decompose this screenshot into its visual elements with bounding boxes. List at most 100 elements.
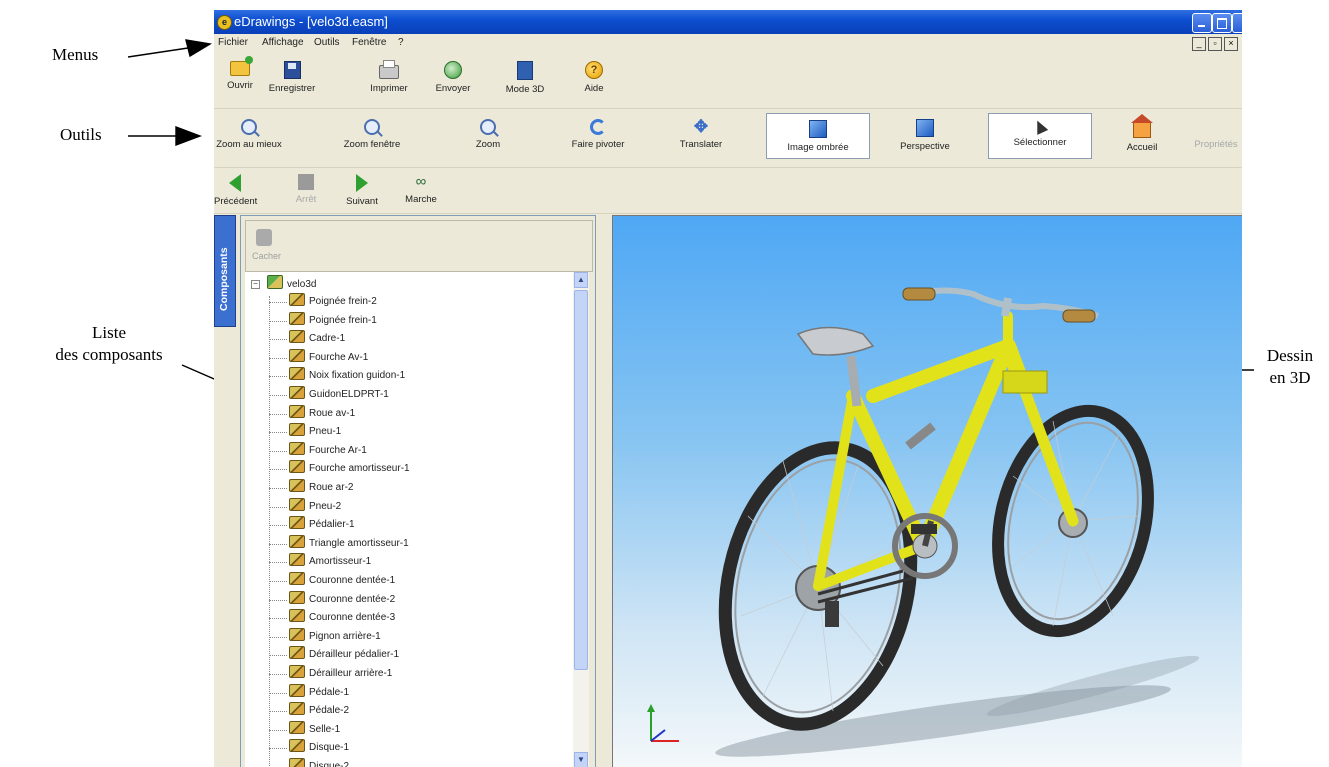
tree-branch — [269, 432, 287, 434]
tree-item-label: Triangle amortisseur-1 — [309, 537, 409, 549]
select-button[interactable]: Sélectionner — [988, 113, 1092, 159]
scroll-thumb[interactable] — [574, 290, 588, 670]
tree-item[interactable]: Couronne dentée-3 — [289, 609, 395, 627]
left-grip — [902, 287, 936, 301]
tree-item[interactable]: Couronne dentée-2 — [289, 590, 395, 609]
tree-branch — [269, 711, 287, 713]
part-icon — [289, 367, 305, 381]
pan-button[interactable]: ✥ Translater — [670, 118, 732, 150]
tree-branch — [269, 395, 287, 396]
part-icon — [289, 534, 305, 548]
tree-item[interactable]: Couronne dentée-1 — [289, 572, 395, 590]
save-button[interactable]: Enregistrer — [266, 61, 318, 94]
mdi-minimize-button[interactable]: _ — [1192, 37, 1206, 51]
properties-button[interactable]: Propriétés — [1190, 119, 1242, 150]
part-icon — [289, 460, 305, 474]
zoom-button[interactable]: Zoom — [468, 119, 508, 150]
tree-item-label: Poignée frein-2 — [309, 296, 377, 307]
menu-affichage[interactable]: Affichage — [262, 37, 304, 48]
shaded-cube-icon — [809, 120, 827, 138]
part-icon — [289, 553, 305, 567]
tree-branch — [269, 488, 287, 489]
tree-item-label: GuidonELDPRT-1 — [309, 389, 389, 400]
tree-item[interactable]: Roue ar-2 — [289, 479, 353, 497]
tree-item-label: Poignée frein-1 — [309, 314, 377, 326]
tree-item[interactable]: Amortisseur-1 — [289, 553, 371, 571]
shaded-button[interactable]: Image ombrée — [766, 113, 870, 159]
tree-item[interactable]: Pneu-1 — [289, 423, 341, 441]
tree-item[interactable]: GuidonELDPRT-1 — [289, 386, 389, 404]
tree-root[interactable]: velo3d — [267, 275, 316, 293]
close-window-button[interactable] — [1232, 13, 1242, 33]
tree-item[interactable]: Pédale-1 — [289, 683, 349, 702]
part-icon — [289, 293, 305, 306]
stop-icon — [298, 174, 314, 190]
previous-button[interactable]: Précédent — [214, 174, 257, 207]
rotate-button[interactable]: Faire pivoter — [558, 119, 638, 150]
bicycle-3d-model[interactable] — [613, 216, 1242, 767]
tree-item[interactable]: Pédale-2 — [289, 702, 349, 720]
mdi-close-button[interactable]: × — [1224, 37, 1238, 51]
tree-item[interactable]: Fourche Ar-1 — [289, 441, 367, 460]
saddle — [796, 326, 875, 356]
tree-item[interactable]: Pneu-2 — [289, 497, 341, 516]
tree-connector — [269, 296, 270, 767]
perspective-button[interactable]: Perspective — [890, 119, 960, 152]
menu-help[interactable]: ? — [398, 37, 404, 48]
tree-item[interactable]: Triangle amortisseur-1 — [289, 534, 409, 553]
components-side-tab[interactable]: Composants — [214, 215, 236, 327]
open-button[interactable]: Ouvrir — [218, 56, 262, 91]
tree-branch — [269, 413, 287, 415]
tree-item[interactable]: Dérailleur pédalier-1 — [289, 646, 399, 664]
tree-item[interactable]: Poignée frein-1 — [289, 311, 377, 330]
scroll-up-button[interactable]: ▲ — [574, 272, 588, 288]
print-button[interactable]: Imprimer — [366, 60, 412, 94]
tree-item[interactable]: Pédalier-1 — [289, 516, 355, 534]
tree-item[interactable]: Disque-1 — [289, 739, 349, 757]
tree-item-label: Amortisseur-1 — [309, 556, 372, 568]
tree-branch — [269, 729, 287, 731]
maximize-window-button[interactable] — [1212, 13, 1232, 33]
mode-3d-button[interactable]: Mode 3D — [502, 61, 548, 95]
scroll-down-button[interactable]: ▼ — [574, 752, 588, 767]
pan-label: Translater — [679, 139, 723, 150]
hide-component-icon[interactable] — [256, 229, 272, 246]
zoom-fit-label: Zoom au mieux — [216, 139, 282, 150]
menu-fenetre[interactable]: Fenêtre — [352, 37, 386, 48]
menu-fichier[interactable]: Fichier — [218, 37, 248, 48]
rotate-label: Faire pivoter — [571, 139, 625, 150]
tree-item[interactable]: Dérailleur arrière-1 — [289, 665, 392, 683]
walk-through-button[interactable]: ∞ Marche — [400, 174, 442, 206]
tree-item[interactable]: Fourche amortisseur-1 — [289, 460, 410, 478]
send-button[interactable]: Envoyer — [430, 61, 476, 94]
right-grip — [1062, 309, 1096, 323]
tree-item[interactable]: Selle-1 — [289, 720, 340, 739]
tree-item[interactable]: Cadre-1 — [289, 330, 345, 348]
tree-item[interactable]: Noix fixation guidon-1 — [289, 367, 405, 385]
zoom-fit-button[interactable]: Zoom au mieux — [214, 119, 284, 150]
part-icon — [289, 665, 305, 678]
minimize-window-button[interactable] — [1192, 13, 1212, 33]
zoom-window-button[interactable]: Zoom fenêtre — [332, 119, 412, 150]
stop-label: Arrêt — [295, 194, 317, 205]
home-button[interactable]: Accueil — [1122, 114, 1162, 153]
tree-item[interactable]: Disque-2 — [289, 758, 349, 767]
edrawings-app-icon: e — [217, 15, 232, 30]
help-button[interactable]: ? Aide — [574, 61, 614, 94]
part-icon — [289, 739, 305, 753]
tree-item[interactable]: Roue av-1 — [289, 404, 355, 423]
tree-scrollbar[interactable]: ▲ ▼ — [573, 272, 589, 767]
tree-item[interactable]: Pignon arrière-1 — [289, 627, 381, 646]
tree-collapse-toggle[interactable]: − — [251, 280, 260, 289]
assembly-icon — [267, 275, 283, 289]
title-bar[interactable]: e eDrawings - [velo3d.easm] — [214, 10, 1242, 34]
stop-button[interactable]: Arrêt — [288, 174, 324, 205]
ground-shadow-2 — [986, 655, 1200, 717]
next-button[interactable]: Suivant — [340, 174, 384, 207]
3d-viewport[interactable] — [612, 215, 1242, 767]
mdi-restore-button[interactable]: ▫ — [1208, 37, 1222, 51]
tree-branch — [269, 674, 287, 675]
tree-item[interactable]: Poignée frein-2 — [289, 293, 377, 311]
tree-item[interactable]: Fourche Av-1 — [289, 348, 368, 367]
menu-outils[interactable]: Outils — [314, 37, 340, 48]
